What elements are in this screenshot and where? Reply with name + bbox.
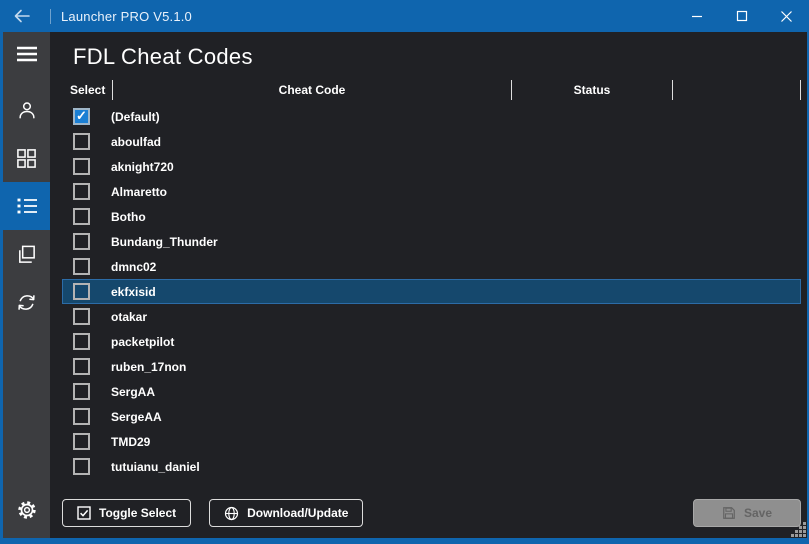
person-icon [16,99,38,121]
footer-toolbar: Toggle Select Download/Update [62,499,801,527]
row-checkbox[interactable] [73,208,90,225]
list-icon [16,196,38,216]
table-row[interactable]: (Default) [62,104,801,129]
row-checkbox[interactable] [73,408,90,425]
sidebar-item-apps[interactable] [3,134,50,182]
cheat-code-list: (Default) aboulfad aknight720 Almaretto [62,104,801,479]
save-label: Save [744,506,772,520]
table-row[interactable]: SergAA [62,379,801,404]
table-row[interactable]: TMD29 [62,429,801,454]
column-header-cheat-code: Cheat Code [113,80,512,100]
sidebar-item-menu[interactable] [3,32,50,76]
maximize-button[interactable] [719,0,764,32]
row-checkbox[interactable] [73,258,90,275]
row-label: (Default) [111,110,160,124]
row-label: SergeAA [111,410,162,424]
app-body: FDL Cheat Codes Select Cheat Code Status… [3,32,807,538]
row-label: tutuianu_daniel [111,460,200,474]
table-row[interactable]: SergeAA [62,404,801,429]
sidebar-item-settings[interactable] [3,490,50,530]
table-row[interactable]: ruben_17non [62,354,801,379]
row-checkbox[interactable] [73,133,90,150]
save-button[interactable]: Save [693,499,801,527]
row-checkbox[interactable] [73,283,90,300]
close-icon [780,10,793,23]
row-label: Bundang_Thunder [111,235,218,249]
table-row[interactable]: Almaretto [62,179,801,204]
table-row[interactable]: Bundang_Thunder [62,229,801,254]
sidebar-item-copies[interactable] [3,230,50,278]
download-update-label: Download/Update [247,506,348,520]
row-label: ruben_17non [111,360,186,374]
row-checkbox[interactable] [73,383,90,400]
save-disk-icon [722,506,736,520]
minimize-button[interactable] [674,0,719,32]
window-title: Launcher PRO V5.1.0 [61,9,192,24]
row-checkbox[interactable] [73,108,90,125]
minimize-icon [691,10,703,22]
row-checkbox[interactable] [73,308,90,325]
row-label: aknight720 [111,160,174,174]
row-checkbox[interactable] [73,358,90,375]
layers-icon [16,244,37,265]
row-checkbox[interactable] [73,458,90,475]
table-header: Select Cheat Code Status [62,80,801,100]
table-row[interactable]: ekfxisid [62,279,801,304]
column-header-extra [673,80,801,100]
maximize-icon [736,10,748,22]
row-label: otakar [111,310,147,324]
page-title: FDL Cheat Codes [73,44,801,70]
back-button[interactable] [0,0,44,32]
sidebar [3,32,50,538]
row-label: ekfxisid [111,285,156,299]
row-label: SergAA [111,385,155,399]
main-panel: FDL Cheat Codes Select Cheat Code Status… [50,32,807,538]
grid-icon [16,148,37,169]
resize-grip-icon[interactable] [791,522,807,538]
table-row[interactable]: dmnc02 [62,254,801,279]
sidebar-item-profile[interactable] [3,86,50,134]
row-checkbox[interactable] [73,233,90,250]
toggle-select-button[interactable]: Toggle Select [62,499,191,527]
row-checkbox[interactable] [73,433,90,450]
row-checkbox[interactable] [73,333,90,350]
row-label: TMD29 [111,435,150,449]
row-label: Almaretto [111,185,167,199]
gear-icon [16,499,38,521]
row-label: dmnc02 [111,260,156,274]
back-arrow-icon [12,6,32,26]
toggle-select-label: Toggle Select [99,506,176,520]
close-button[interactable] [764,0,809,32]
titlebar: Launcher PRO V5.1.0 [0,0,809,32]
window-controls [674,0,809,32]
table-row[interactable]: packetpilot [62,329,801,354]
table-row[interactable]: tutuianu_daniel [62,454,801,479]
download-update-button[interactable]: Download/Update [209,499,363,527]
sidebar-item-cheat-codes[interactable] [3,182,50,230]
globe-icon [224,506,239,521]
sidebar-item-refresh[interactable] [3,278,50,326]
hamburger-menu-icon [16,45,38,63]
column-header-select: Select [62,80,113,100]
row-checkbox[interactable] [73,158,90,175]
titlebar-separator [50,9,51,24]
table-row[interactable]: aknight720 [62,154,801,179]
table-row[interactable]: Botho [62,204,801,229]
row-checkbox[interactable] [73,183,90,200]
table-row[interactable]: aboulfad [62,129,801,154]
checkbox-checked-icon [77,506,91,520]
row-label: Botho [111,210,146,224]
table-row[interactable]: otakar [62,304,801,329]
column-header-status: Status [512,80,673,100]
row-label: packetpilot [111,335,174,349]
app-window: Launcher PRO V5.1.0 [0,0,809,544]
row-label: aboulfad [111,135,161,149]
refresh-icon [16,292,37,313]
